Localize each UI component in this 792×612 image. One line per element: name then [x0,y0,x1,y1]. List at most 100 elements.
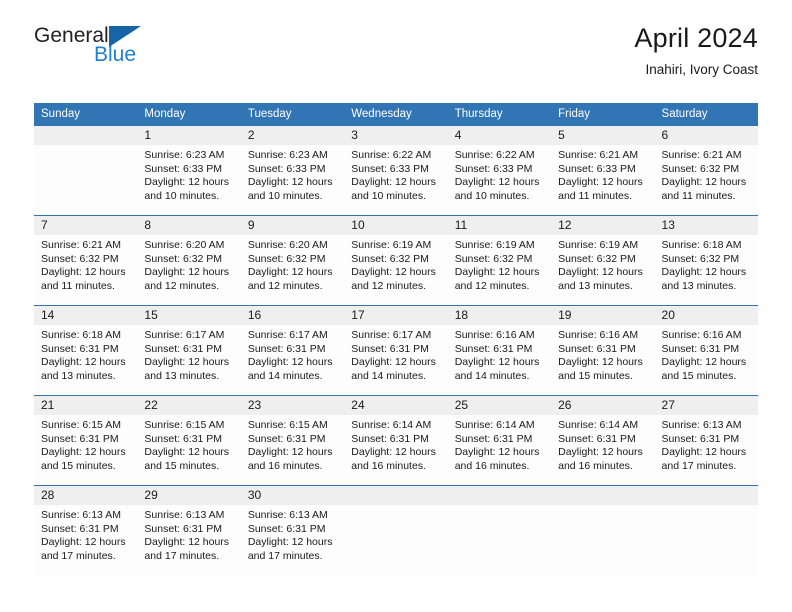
calendar-day-cell[interactable]: 21 Sunrise: 6:15 AM Sunset: 6:31 PM Dayligh… [34,395,138,486]
calendar-day-cell[interactable]: 16 Sunrise: 6:17 AM Sunset: 6:31 PM Dayligh… [240,305,345,396]
calendar-day-cell[interactable]: 8 Sunrise: 6:20 AM Sunset: 6:32 PM Daylight… [137,215,241,306]
calendar-day-cell[interactable]: 24 Sunrise: 6:14 AM Sunset: 6:31 PM Dayligh… [344,395,448,486]
daylight-duration-line2: and 12 minutes. [351,279,426,292]
weekday-header-thursday: Thursday [447,103,552,126]
day-number: 15 [137,306,241,325]
day-cell-inner: 2 Sunrise: 6:23 AM Sunset: 6:33 PM Daylight… [240,126,345,214]
day-number [34,126,138,145]
sunrise-time: Sunrise: 6:15 AM [247,419,328,431]
daylight-duration-line1: Daylight: 12 hours [351,266,436,279]
day-number: 5 [551,126,655,145]
day-number: 19 [551,306,655,325]
calendar-day-cell[interactable]: 28 Sunrise: 6:13 AM Sunset: 6:31 PM Dayligh… [34,485,138,576]
day-details: Sunrise: 6:20 AM Sunset: 6:32 PM Daylight:… [137,235,240,293]
calendar-day-cell[interactable]: 9 Sunrise: 6:20 AM Sunset: 6:32 PM Daylight… [240,215,345,306]
calendar-body: 1 Sunrise: 6:23 AM Sunset: 6:33 PM Daylight… [34,125,758,576]
weekday-header-monday: Monday [137,103,241,126]
sunset-time: Sunset: 6:31 PM [247,432,326,445]
day-cell-inner: 13 Sunrise: 6:18 AM Sunset: 6:32 PM Dayligh… [654,216,758,304]
day-cell-inner: 18 Sunrise: 6:16 AM Sunset: 6:31 PM Dayligh… [447,306,552,394]
daylight-duration-line1: Daylight: 12 hours [144,266,230,279]
daylight-duration-line1: Daylight: 12 hours [558,266,643,279]
calendar-day-cell[interactable]: 18 Sunrise: 6:16 AM Sunset: 6:31 PM Dayligh… [447,305,552,396]
sunrise-time: Sunrise: 6:17 AM [247,329,328,341]
general-blue-logo: General Blue [34,25,254,75]
daylight-duration-line2: and 13 minutes. [558,279,633,292]
sunset-time: Sunset: 6:31 PM [454,342,533,355]
daylight-duration-line1: Daylight: 12 hours [144,356,230,369]
calendar-day-cell[interactable]: 19 Sunrise: 6:16 AM Sunset: 6:31 PM Dayligh… [551,305,655,396]
day-details: Sunrise: 6:23 AM Sunset: 6:33 PM Daylight:… [241,145,344,203]
day-number: 14 [34,306,138,325]
day-details [34,145,137,149]
day-details: Sunrise: 6:18 AM Sunset: 6:31 PM Daylight:… [34,325,137,383]
calendar-week-row: 1 Sunrise: 6:23 AM Sunset: 6:33 PM Daylight… [34,125,758,216]
calendar-day-cell[interactable]: 22 Sunrise: 6:15 AM Sunset: 6:31 PM Dayligh… [137,395,241,486]
sunset-time: Sunset: 6:33 PM [454,162,533,175]
calendar-week-row: 21 Sunrise: 6:15 AM Sunset: 6:31 PM Dayligh… [34,395,758,486]
day-number: 11 [447,216,552,235]
sunrise-time: Sunrise: 6:22 AM [351,149,432,161]
day-number: 22 [137,396,241,415]
sunrise-time: Sunrise: 6:17 AM [351,329,432,341]
calendar-day-cell[interactable]: 4 Sunrise: 6:22 AM Sunset: 6:33 PM Daylight… [447,125,552,216]
daylight-duration-line2: and 14 minutes. [351,369,426,382]
calendar-day-cell[interactable]: 1 Sunrise: 6:23 AM Sunset: 6:33 PM Daylight… [137,125,241,216]
day-details [655,505,758,509]
calendar-day-cell[interactable]: 27 Sunrise: 6:13 AM Sunset: 6:31 PM Dayligh… [654,395,758,486]
calendar-day-cell[interactable]: 17 Sunrise: 6:17 AM Sunset: 6:31 PM Dayligh… [344,305,448,396]
day-cell-inner: 8 Sunrise: 6:20 AM Sunset: 6:32 PM Daylight… [137,216,241,304]
sunrise-time: Sunrise: 6:21 AM [558,149,639,161]
calendar-day-cell[interactable]: 30 Sunrise: 6:13 AM Sunset: 6:31 PM Dayligh… [240,485,345,576]
calendar-day-cell[interactable]: 5 Sunrise: 6:21 AM Sunset: 6:33 PM Daylight… [551,125,655,216]
calendar-day-cell[interactable]: 26 Sunrise: 6:14 AM Sunset: 6:31 PM Dayligh… [551,395,655,486]
daylight-duration-line2: and 15 minutes. [558,369,633,382]
daylight-duration-line2: and 15 minutes. [661,369,737,382]
calendar-day-cell[interactable]: 10 Sunrise: 6:19 AM Sunset: 6:32 PM Dayligh… [344,215,448,306]
day-details: Sunrise: 6:13 AM Sunset: 6:31 PM Daylight:… [241,505,344,563]
sunset-time: Sunset: 6:31 PM [661,342,740,355]
daylight-duration-line1: Daylight: 12 hours [247,356,333,369]
calendar-day-cell[interactable]: 13 Sunrise: 6:18 AM Sunset: 6:32 PM Dayligh… [654,215,758,306]
day-number: 16 [240,306,345,325]
day-cell-inner: 12 Sunrise: 6:19 AM Sunset: 6:32 PM Dayligh… [551,216,655,304]
calendar-day-cell[interactable]: 2 Sunrise: 6:23 AM Sunset: 6:33 PM Daylight… [240,125,345,216]
calendar-day-cell[interactable]: 6 Sunrise: 6:21 AM Sunset: 6:32 PM Daylight… [654,125,758,216]
calendar-day-cell[interactable]: 12 Sunrise: 6:19 AM Sunset: 6:32 PM Dayligh… [551,215,655,306]
sunset-time: Sunset: 6:31 PM [351,342,429,355]
day-details [344,505,447,509]
daylight-duration-line2: and 15 minutes. [144,459,220,472]
daylight-duration-line2: and 17 minutes. [41,549,116,562]
calendar-day-cell[interactable]: 3 Sunrise: 6:22 AM Sunset: 6:33 PM Daylight… [344,125,448,216]
logo-text-blue: Blue [94,43,137,66]
sunset-time: Sunset: 6:32 PM [661,252,740,265]
day-details: Sunrise: 6:21 AM Sunset: 6:32 PM Daylight:… [655,145,758,203]
daylight-duration-line2: and 17 minutes. [661,459,737,472]
day-cell-inner: 30 Sunrise: 6:13 AM Sunset: 6:31 PM Dayligh… [240,486,345,574]
sunset-time: Sunset: 6:32 PM [661,162,740,175]
day-cell-inner: 26 Sunrise: 6:14 AM Sunset: 6:31 PM Dayligh… [551,396,655,484]
calendar-day-cell[interactable]: 14 Sunrise: 6:18 AM Sunset: 6:31 PM Dayligh… [34,305,138,396]
day-details: Sunrise: 6:15 AM Sunset: 6:31 PM Daylight:… [241,415,344,473]
daylight-duration-line2: and 11 minutes. [558,189,633,202]
sunrise-time: Sunrise: 6:18 AM [41,329,121,341]
calendar-day-cell[interactable]: 29 Sunrise: 6:13 AM Sunset: 6:31 PM Dayligh… [137,485,241,576]
day-details: Sunrise: 6:16 AM Sunset: 6:31 PM Daylight:… [551,325,654,383]
calendar-day-cell[interactable]: 20 Sunrise: 6:16 AM Sunset: 6:31 PM Dayligh… [654,305,758,396]
sunrise-time: Sunrise: 6:18 AM [661,239,742,251]
day-details: Sunrise: 6:15 AM Sunset: 6:31 PM Daylight:… [34,415,137,473]
day-cell-inner [447,486,552,574]
calendar-day-cell[interactable]: 11 Sunrise: 6:19 AM Sunset: 6:32 PM Dayligh… [447,215,552,306]
calendar-day-cell[interactable]: 15 Sunrise: 6:17 AM Sunset: 6:31 PM Dayligh… [137,305,241,396]
day-details: Sunrise: 6:13 AM Sunset: 6:31 PM Daylight:… [655,415,758,473]
daylight-duration-line1: Daylight: 12 hours [351,356,436,369]
daylight-duration-line2: and 16 minutes. [558,459,633,472]
sunrise-time: Sunrise: 6:22 AM [454,149,535,161]
calendar-day-cell[interactable]: 25 Sunrise: 6:14 AM Sunset: 6:31 PM Dayligh… [447,395,552,486]
day-number: 7 [34,216,138,235]
calendar-day-cell[interactable]: 7 Sunrise: 6:21 AM Sunset: 6:32 PM Daylight… [34,215,138,306]
day-number: 2 [240,126,345,145]
calendar-day-cell[interactable]: 23 Sunrise: 6:15 AM Sunset: 6:31 PM Dayligh… [240,395,345,486]
sunset-time: Sunset: 6:33 PM [558,162,636,175]
daylight-duration-line2: and 16 minutes. [351,459,426,472]
